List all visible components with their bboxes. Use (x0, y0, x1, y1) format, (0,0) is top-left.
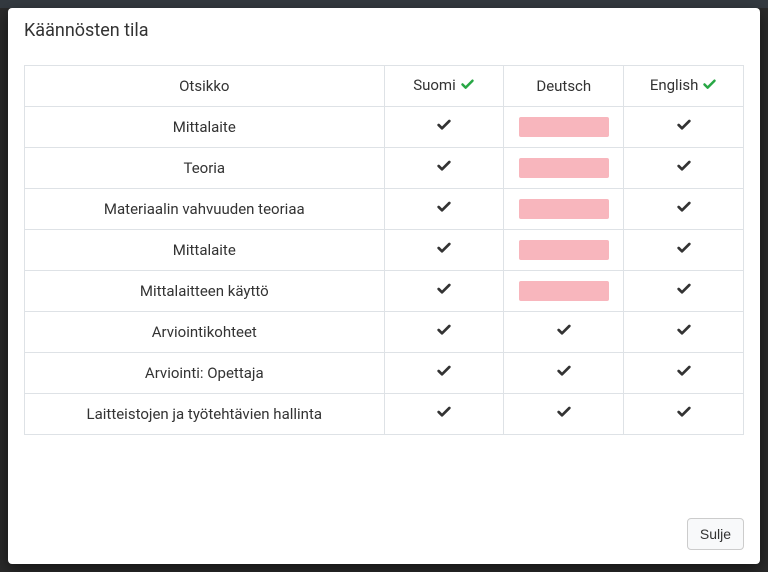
status-cell (504, 270, 624, 311)
status-cell (384, 147, 504, 188)
status-cell (624, 188, 744, 229)
status-cell (624, 270, 744, 311)
check-icon (436, 199, 452, 219)
modal-footer: Sulje (8, 504, 760, 564)
status-cell (624, 352, 744, 393)
status-cell (624, 311, 744, 352)
check-icon (676, 240, 692, 260)
check-icon (436, 240, 452, 260)
table-row: Teoria (25, 147, 744, 188)
row-title: Materiaalin vahvuuden teoriaa (25, 188, 385, 229)
status-cell (504, 147, 624, 188)
check-icon (556, 404, 572, 424)
status-cell (384, 106, 504, 147)
check-icon (702, 77, 717, 96)
modal-title: Käännösten tila (24, 20, 744, 41)
check-icon (556, 363, 572, 383)
background-nav (0, 0, 768, 8)
check-icon (460, 77, 475, 96)
lang-name: Suomi (413, 76, 456, 94)
table-row: Mittalaitteen käyttö (25, 270, 744, 311)
status-cell (624, 147, 744, 188)
table-header-lang: English (624, 66, 744, 107)
table-header-row: Otsikko Suomi Deutsch English (25, 66, 744, 107)
status-cell (624, 106, 744, 147)
row-title: Mittalaite (25, 229, 385, 270)
missing-indicator (519, 240, 609, 260)
status-cell (504, 106, 624, 147)
translations-modal: Käännösten tila Otsikko Suomi Deutsch Engl… (8, 8, 760, 564)
table-row: Materiaalin vahvuuden teoriaa (25, 188, 744, 229)
table-header-lang: Deutsch (504, 66, 624, 107)
check-icon (676, 322, 692, 342)
status-cell (504, 311, 624, 352)
modal-header: Käännösten tila (8, 8, 760, 65)
row-title: Arviointi: Opettaja (25, 352, 385, 393)
check-icon (676, 158, 692, 178)
status-cell (384, 229, 504, 270)
close-button[interactable]: Sulje (687, 518, 744, 550)
check-icon (676, 199, 692, 219)
modal-body: Otsikko SuomiDeutschEnglish MittalaiteTe… (8, 65, 760, 504)
check-icon (436, 158, 452, 178)
translations-table: Otsikko SuomiDeutschEnglish MittalaiteTe… (24, 65, 744, 435)
status-cell (624, 393, 744, 434)
missing-indicator (519, 158, 609, 178)
table-header-lang: Suomi (384, 66, 504, 107)
status-cell (384, 188, 504, 229)
table-body: MittalaiteTeoriaMateriaalin vahvuuden te… (25, 106, 744, 434)
table-row: Mittalaite (25, 106, 744, 147)
table-header-title: Otsikko (25, 66, 385, 107)
status-cell (504, 188, 624, 229)
check-icon (556, 322, 572, 342)
status-cell (504, 393, 624, 434)
check-icon (676, 363, 692, 383)
missing-indicator (519, 199, 609, 219)
check-icon (436, 404, 452, 424)
row-title: Mittalaitteen käyttö (25, 270, 385, 311)
status-cell (384, 270, 504, 311)
row-title: Mittalaite (25, 106, 385, 147)
table-row: Laitteistojen ja työtehtävien hallinta (25, 393, 744, 434)
check-icon (676, 281, 692, 301)
check-icon (436, 322, 452, 342)
missing-indicator (519, 281, 609, 301)
row-title: Teoria (25, 147, 385, 188)
status-cell (384, 393, 504, 434)
check-icon (676, 117, 692, 137)
lang-name: Deutsch (536, 77, 591, 95)
check-icon (436, 117, 452, 137)
missing-indicator (519, 117, 609, 137)
table-row: Mittalaite (25, 229, 744, 270)
row-title: Arviointikohteet (25, 311, 385, 352)
status-cell (384, 352, 504, 393)
table-row: Arviointikohteet (25, 311, 744, 352)
check-icon (436, 363, 452, 383)
row-title: Laitteistojen ja työtehtävien hallinta (25, 393, 385, 434)
check-icon (676, 404, 692, 424)
status-cell (624, 229, 744, 270)
status-cell (504, 229, 624, 270)
check-icon (436, 281, 452, 301)
status-cell (384, 311, 504, 352)
status-cell (504, 352, 624, 393)
lang-name: English (650, 76, 699, 94)
table-row: Arviointi: Opettaja (25, 352, 744, 393)
